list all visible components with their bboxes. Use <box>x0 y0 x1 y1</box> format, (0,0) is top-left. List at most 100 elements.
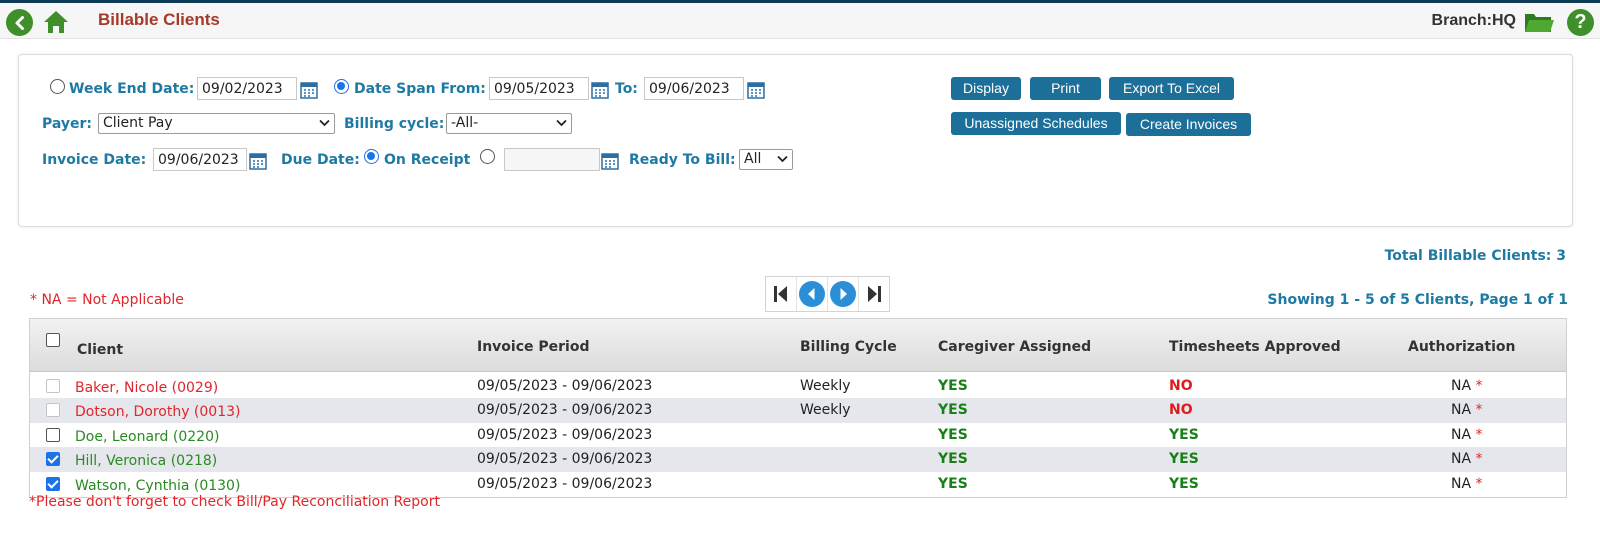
chevron-down-icon <box>777 155 788 163</box>
na-asterisk: * <box>1475 378 1483 394</box>
home-icon[interactable] <box>42 9 70 35</box>
timesheets-status: YES <box>1169 427 1199 443</box>
col-authorization[interactable]: Authorization <box>1408 339 1515 355</box>
table-header: Client Invoice Period Billing Cycle Care… <box>30 319 1566 372</box>
invoice-period: 09/05/2023 - 09/06/2023 <box>477 378 653 394</box>
page-title: Billable Clients <box>98 10 220 29</box>
calendar-icon[interactable] <box>591 81 609 99</box>
prev-page-icon[interactable] <box>797 277 828 311</box>
na-asterisk: * <box>1475 427 1483 443</box>
col-invoice-period[interactable]: Invoice Period <box>477 339 590 355</box>
header-bar: Billable Clients Branch:HQ ? <box>0 3 1600 39</box>
week-end-label: Week End Date: <box>69 81 195 97</box>
client-link[interactable]: Baker, Nicole (0029) <box>75 380 218 396</box>
last-page-icon[interactable] <box>859 277 889 311</box>
date-to-field[interactable]: 09/06/2023 <box>644 77 744 100</box>
display-button[interactable]: Display <box>951 77 1021 100</box>
due-custom-radio[interactable] <box>480 149 495 164</box>
calendar-icon[interactable] <box>249 152 267 170</box>
authorization-status: NA * <box>1451 402 1483 418</box>
ready-to-bill-select-value: All <box>744 151 762 167</box>
billable-clients-table: Client Invoice Period Billing Cycle Care… <box>29 318 1567 498</box>
date-from-field[interactable]: 09/05/2023 <box>489 77 589 100</box>
invoice-period: 09/05/2023 - 09/06/2023 <box>477 476 653 492</box>
col-client[interactable]: Client <box>77 342 123 358</box>
billing-cycle-select[interactable]: -All- <box>446 113 572 134</box>
authorization-value: NA <box>1451 427 1472 443</box>
na-asterisk: * <box>1475 476 1483 492</box>
invoice-period: 09/05/2023 - 09/06/2023 <box>477 427 653 443</box>
export-excel-button[interactable]: Export To Excel <box>1109 77 1234 100</box>
table-row: Dotson, Dorothy (0013) 09/05/2023 - 09/0… <box>30 398 1566 423</box>
caregiver-status: YES <box>938 451 968 467</box>
billing-cycle: Weekly <box>800 378 851 394</box>
chevron-down-icon <box>319 119 330 127</box>
first-page-icon[interactable] <box>766 277 797 311</box>
authorization-status: NA * <box>1451 427 1483 443</box>
timesheets-status: NO <box>1169 402 1193 418</box>
back-arrow-icon[interactable] <box>6 9 33 36</box>
due-date-label: Due Date: <box>281 152 360 168</box>
payer-label: Payer: <box>42 116 93 132</box>
table-row: Baker, Nicole (0029) 09/05/2023 - 09/06/… <box>30 374 1566 399</box>
week-end-radio[interactable] <box>50 79 65 94</box>
caregiver-status: YES <box>938 378 968 394</box>
authorization-value: NA <box>1451 476 1472 492</box>
date-span-radio[interactable] <box>334 79 349 94</box>
on-receipt-radio[interactable] <box>364 149 379 164</box>
ready-to-bill-select[interactable]: All <box>739 149 793 170</box>
payer-select[interactable]: Client Pay <box>98 113 335 134</box>
caregiver-status: YES <box>938 402 968 418</box>
row-checkbox[interactable] <box>46 452 60 466</box>
calendar-icon[interactable] <box>601 152 619 170</box>
date-span-label: Date Span From: <box>354 81 486 97</box>
client-link[interactable]: Doe, Leonard (0220) <box>75 429 219 445</box>
folder-icon[interactable] <box>1523 10 1555 35</box>
total-billable-clients: Total Billable Clients: 3 <box>1384 248 1566 264</box>
authorization-status: NA * <box>1451 451 1483 467</box>
due-date-field[interactable] <box>504 148 600 171</box>
payer-select-value: Client Pay <box>103 115 173 131</box>
row-checkbox[interactable] <box>46 477 60 491</box>
billing-cycle: Weekly <box>800 402 851 418</box>
invoice-date-field[interactable]: 09/06/2023 <box>153 148 247 171</box>
next-page-icon[interactable] <box>828 277 859 311</box>
row-checkbox[interactable] <box>46 428 60 442</box>
timesheets-status: NO <box>1169 378 1193 394</box>
col-billing-cycle[interactable]: Billing Cycle <box>800 339 897 355</box>
reconciliation-reminder: *Please don't forget to check Bill/Pay R… <box>29 494 440 510</box>
filter-panel: Week End Date: 09/02/2023 Date Span From… <box>18 54 1573 227</box>
create-invoices-button[interactable]: Create Invoices <box>1126 113 1251 136</box>
chevron-down-icon <box>556 119 567 127</box>
na-asterisk: * <box>1475 402 1483 418</box>
paging-summary: Showing 1 - 5 of 5 Clients, Page 1 of 1 <box>1267 292 1568 308</box>
client-link[interactable]: Dotson, Dorothy (0013) <box>75 404 240 420</box>
na-asterisk: * <box>1475 451 1483 467</box>
ready-to-bill-label: Ready To Bill: <box>629 152 736 168</box>
billing-cycle-select-value: -All- <box>451 115 479 131</box>
table-row: Doe, Leonard (0220) 09/05/2023 - 09/06/2… <box>30 423 1566 448</box>
help-icon[interactable]: ? <box>1567 9 1594 36</box>
week-end-date-field[interactable]: 09/02/2023 <box>197 77 297 100</box>
timesheets-status: YES <box>1169 476 1199 492</box>
invoice-period: 09/05/2023 - 09/06/2023 <box>477 402 653 418</box>
select-all-checkbox[interactable] <box>46 333 60 347</box>
invoice-date-label: Invoice Date: <box>42 152 147 168</box>
authorization-value: NA <box>1451 378 1472 394</box>
branch-label: Branch:HQ <box>1431 12 1516 29</box>
client-link[interactable]: Hill, Veronica (0218) <box>75 453 217 469</box>
unassigned-schedules-button[interactable]: Unassigned Schedules <box>951 112 1121 135</box>
row-checkbox <box>46 403 60 417</box>
col-timesheets-approved[interactable]: Timesheets Approved <box>1169 339 1341 355</box>
row-checkbox <box>46 379 60 393</box>
print-button[interactable]: Print <box>1030 77 1101 100</box>
calendar-icon[interactable] <box>747 81 765 99</box>
invoice-period: 09/05/2023 - 09/06/2023 <box>477 451 653 467</box>
date-to-label: To: <box>615 81 638 97</box>
billing-cycle-label: Billing cycle: <box>344 116 445 132</box>
calendar-icon[interactable] <box>300 81 318 99</box>
client-link[interactable]: Watson, Cynthia (0130) <box>75 478 240 494</box>
on-receipt-label: On Receipt <box>384 152 471 168</box>
caregiver-status: YES <box>938 427 968 443</box>
col-caregiver-assigned[interactable]: Caregiver Assigned <box>938 339 1091 355</box>
